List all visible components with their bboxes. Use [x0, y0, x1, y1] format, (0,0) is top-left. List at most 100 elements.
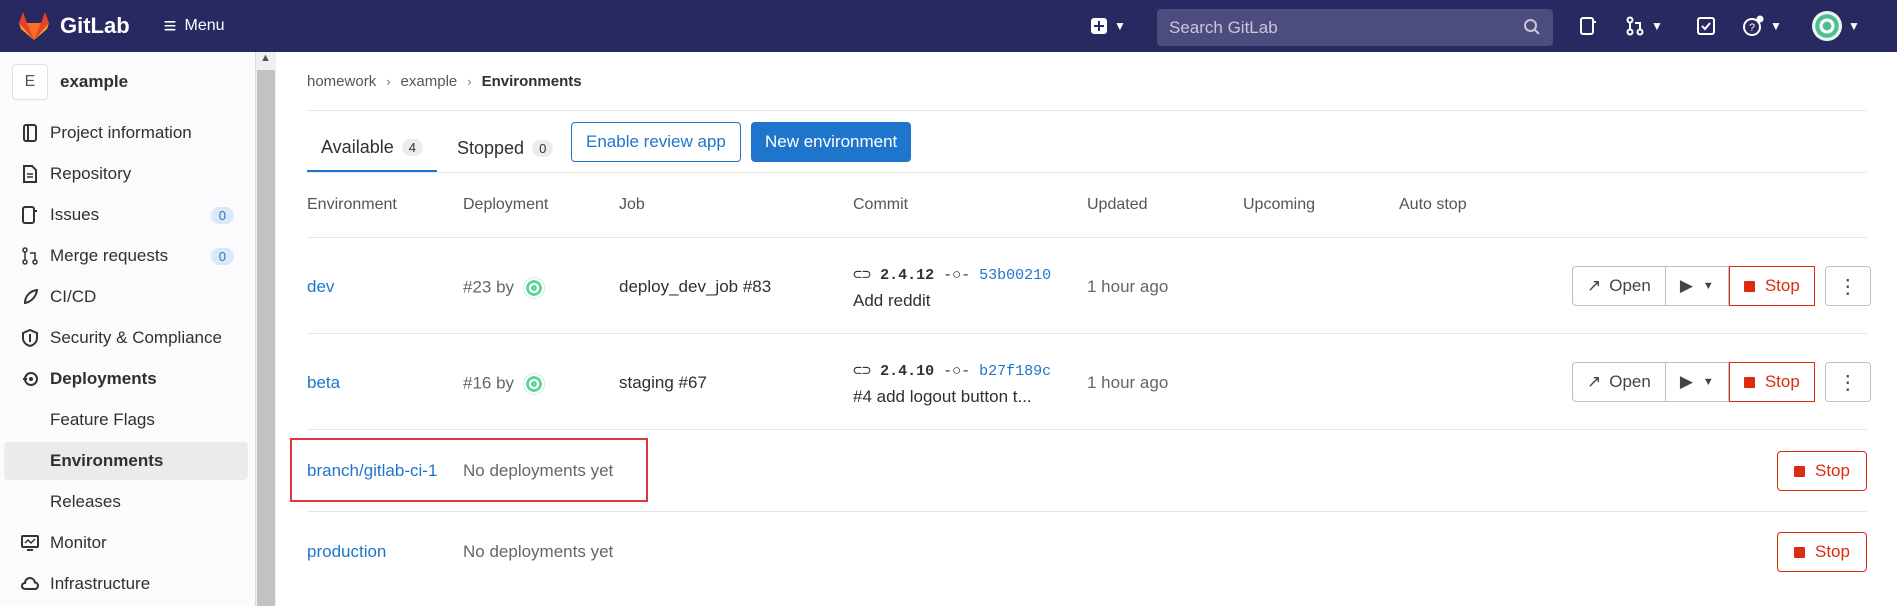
todo-icon — [1696, 16, 1716, 36]
project-avatar: E — [12, 64, 48, 100]
breadcrumb-separator-icon: › — [386, 74, 391, 89]
merge-requests-count-badge: 0 — [210, 247, 234, 265]
create-new-dropdown[interactable]: ▼ — [1090, 0, 1126, 52]
environment-link[interactable]: production — [307, 542, 386, 562]
menu-label: Menu — [184, 17, 225, 34]
deployment-info: No deployments yet — [463, 542, 614, 561]
user-menu[interactable]: ▼ — [1812, 0, 1860, 52]
stop-label: Stop — [1815, 542, 1850, 561]
job-link[interactable]: staging #67 — [619, 373, 707, 393]
more-actions-icon[interactable]: ⋮ — [1824, 362, 1871, 402]
job-link[interactable]: deploy_dev_job #83 — [619, 277, 771, 297]
breadcrumb-example[interactable]: example — [401, 73, 458, 90]
avatar[interactable] — [522, 373, 545, 395]
sidebar-item-label: Releases — [50, 492, 121, 511]
menu-button[interactable]: ≡ Menu — [164, 15, 225, 37]
commit-ref: ⊂⊃ 2.4.12 -○- 53b00210 — [853, 265, 1051, 284]
column-header-deployment: Deployment — [463, 196, 549, 213]
breadcrumb-homework[interactable]: homework — [307, 73, 376, 90]
sidebar-item-repository[interactable]: Repository — [4, 155, 248, 193]
tab-label: Available — [321, 136, 394, 157]
chevron-down-icon: ▼ — [1702, 376, 1714, 388]
stop-button[interactable]: Stop — [1728, 266, 1815, 306]
deployment-number[interactable]: #16 by — [463, 373, 514, 392]
chevron-down-icon: ▼ — [1651, 19, 1663, 33]
sidebar-item-feature-flags[interactable]: Feature Flags — [4, 401, 248, 439]
divider — [307, 110, 1867, 111]
tab-stopped[interactable]: Stopped 0 — [457, 124, 554, 172]
external-link-icon: ↗ — [1587, 276, 1602, 295]
commit-message[interactable]: Add reddit — [853, 291, 931, 311]
merge-requests-dropdown[interactable]: ▼ — [1625, 0, 1663, 52]
environment-link[interactable]: beta — [307, 373, 340, 393]
help-icon: ? — [1742, 15, 1764, 37]
divider — [307, 333, 1867, 334]
sidebar-item-monitor[interactable]: Monitor — [4, 524, 248, 562]
breadcrumb-environments[interactable]: Environments — [482, 73, 582, 90]
sidebar-item-ci-cd[interactable]: CI/CD — [4, 278, 248, 316]
stop-icon — [1794, 465, 1805, 477]
stop-button[interactable]: Stop — [1728, 362, 1815, 402]
stop-icon — [1743, 280, 1755, 292]
search-placeholder: Search GitLab — [1169, 17, 1278, 37]
gitlab-logo — [19, 12, 49, 40]
deploy-dropdown[interactable]: ▶ ▼ — [1665, 362, 1729, 402]
open-button[interactable]: ↗ Open — [1572, 362, 1666, 402]
scrollbar-thumb[interactable] — [257, 70, 275, 606]
deploy-dropdown[interactable]: ▶ ▼ — [1665, 266, 1729, 306]
issues-shortcut[interactable] — [1578, 0, 1598, 52]
new-environment-button[interactable]: New environment — [751, 122, 912, 162]
monitor-icon — [20, 535, 40, 551]
todos-shortcut[interactable] — [1696, 0, 1716, 52]
shield-icon — [20, 329, 40, 347]
commit-sha[interactable]: 53b00210 — [979, 267, 1051, 284]
chevron-down-icon: ▼ — [1770, 19, 1782, 33]
divider — [307, 511, 1867, 512]
tab-count-badge: 0 — [532, 139, 554, 157]
sidebar-item-environments[interactable]: Environments — [4, 442, 248, 480]
stop-button[interactable]: Stop — [1777, 451, 1867, 491]
sidebar-item-label: Infrastructure — [50, 574, 151, 593]
sidebar-item-deployments[interactable]: Deployments — [4, 360, 248, 398]
sidebar-item-infrastructure[interactable]: Infrastructure — [4, 565, 248, 603]
deployment-info: #16 by — [463, 373, 545, 395]
stop-button[interactable]: Stop — [1777, 532, 1867, 572]
commit-message[interactable]: #4 add logout button t... — [853, 387, 1032, 407]
stop-icon — [1743, 376, 1755, 388]
commit-icon: -○- — [943, 267, 971, 284]
brand-name: GitLab — [60, 13, 130, 38]
sidebar-item-merge-requests[interactable]: Merge requests 0 — [4, 237, 248, 275]
breadcrumb-separator-icon: › — [467, 74, 472, 89]
environment-link[interactable]: dev — [307, 277, 334, 297]
sidebar-item-issues[interactable]: Issues 0 — [4, 196, 248, 234]
more-actions-icon[interactable]: ⋮ — [1824, 266, 1871, 306]
project-header[interactable]: E example — [12, 64, 128, 100]
avatar[interactable] — [522, 277, 545, 299]
commit-tag[interactable]: 2.4.10 — [880, 363, 934, 380]
commit-sha[interactable]: b27f189c — [979, 363, 1051, 380]
scroll-up-arrow-icon[interactable]: ▲ — [260, 52, 271, 64]
gitlab-home-link[interactable]: GitLab — [18, 11, 130, 41]
divider — [307, 172, 1867, 173]
project-sidebar: E example Project information Repository… — [0, 52, 256, 606]
svg-text:?: ? — [1749, 22, 1755, 34]
sidebar-item-security-compliance[interactable]: Security & Compliance — [4, 319, 248, 357]
rocket-icon — [20, 288, 40, 306]
avatar — [1812, 11, 1842, 41]
issues-icon — [20, 206, 40, 224]
stop-icon — [1794, 546, 1805, 558]
column-header-auto-stop: Auto stop — [1399, 196, 1467, 213]
search-input[interactable]: Search GitLab — [1157, 9, 1553, 46]
open-button[interactable]: ↗ Open — [1572, 266, 1666, 306]
sidebar-item-project-information[interactable]: Project information — [4, 114, 248, 152]
enable-review-app-button[interactable]: Enable review app — [571, 122, 741, 162]
help-dropdown[interactable]: ? ▼ — [1742, 0, 1782, 52]
sidebar-scrollbar[interactable]: ▲ — [256, 52, 276, 606]
cloud-icon — [20, 576, 40, 592]
commit-tag[interactable]: 2.4.12 — [880, 267, 934, 284]
environment-actions: ↗ Open ▶ ▼ Stop ⋮ — [1572, 266, 1871, 306]
deployment-number[interactable]: #23 by — [463, 277, 514, 296]
sidebar-item-releases[interactable]: Releases — [4, 483, 248, 521]
column-header-updated: Updated — [1087, 196, 1148, 213]
tab-available[interactable]: Available 4 — [307, 124, 437, 172]
